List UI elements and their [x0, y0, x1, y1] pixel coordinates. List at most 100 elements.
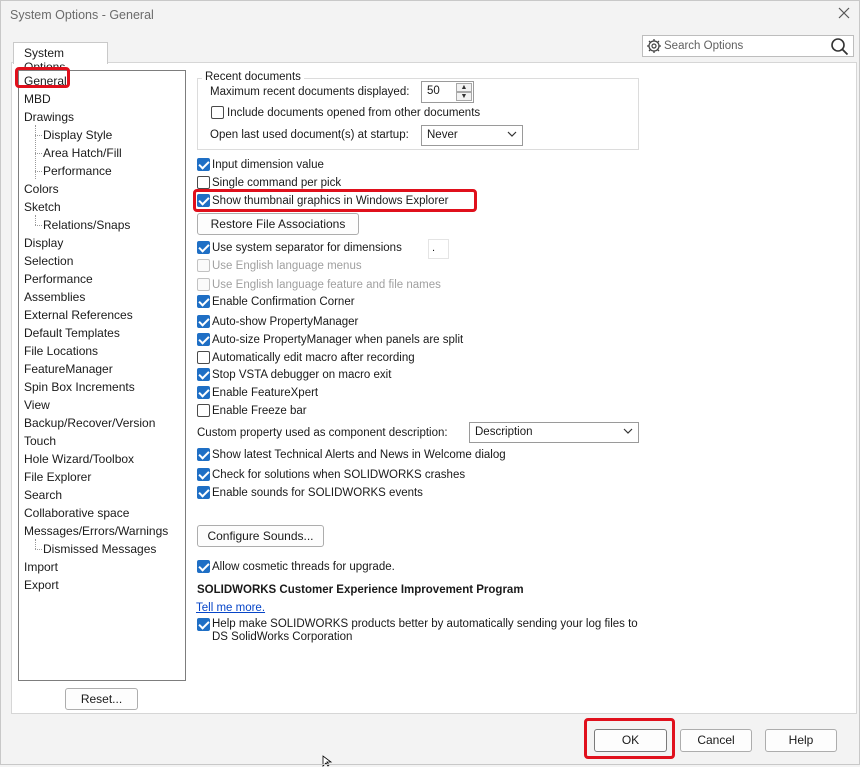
custom-property-value: Description [475, 426, 533, 438]
tree-item-dismissed-messages[interactable]: Dismissed Messages [43, 542, 156, 556]
show-alerts-checkbox[interactable] [197, 448, 210, 461]
close-icon[interactable] [836, 6, 852, 22]
tree-item-import[interactable]: Import [24, 560, 58, 574]
options-tree[interactable]: General MBD Drawings Display Style Area … [18, 70, 186, 681]
ceip-label-line2: DS SolidWorks Corporation [212, 631, 353, 643]
auto-size-pm-label: Auto-size PropertyManager when panels ar… [212, 334, 464, 346]
tree-item-display-style[interactable]: Display Style [43, 128, 112, 142]
mouse-cursor-icon [322, 755, 333, 767]
auto-edit-macro-checkbox[interactable] [197, 351, 210, 364]
tree-item-collaborative-space[interactable]: Collaborative space [24, 506, 129, 520]
show-alerts-label: Show latest Technical Alerts and News in… [212, 449, 506, 461]
english-feature-label: Use English language feature and file na… [212, 279, 441, 291]
help-button[interactable]: Help [765, 729, 837, 752]
chevron-down-icon [623, 428, 633, 434]
ceip-heading: SOLIDWORKS Customer Experience Improveme… [197, 584, 524, 596]
tree-item-file-locations[interactable]: File Locations [24, 344, 98, 358]
ceip-checkbox[interactable] [197, 618, 210, 631]
tree-item-area-hatch[interactable]: Area Hatch/Fill [43, 146, 122, 160]
tree-item-hole-wizard[interactable]: Hole Wizard/Toolbox [24, 452, 134, 466]
tree-item-file-explorer[interactable]: File Explorer [24, 470, 91, 484]
tab-system-options[interactable]: System Options [13, 42, 108, 74]
english-menus-checkbox [197, 259, 210, 272]
english-feature-checkbox [197, 278, 210, 291]
tree-item-external-references[interactable]: External References [24, 308, 133, 322]
tree-item-touch[interactable]: Touch [24, 434, 56, 448]
tell-me-more-link[interactable]: Tell me more. [196, 602, 265, 614]
auto-size-pm-checkbox[interactable] [197, 333, 210, 346]
tree-connector [35, 171, 42, 172]
tree-connector [35, 215, 36, 225]
system-separator-checkbox[interactable] [197, 241, 210, 254]
tree-connector [35, 153, 42, 154]
include-documents-checkbox[interactable] [211, 106, 224, 119]
tree-connector [35, 549, 42, 550]
custom-property-select[interactable]: Description [469, 422, 639, 443]
input-dimension-checkbox[interactable] [197, 158, 210, 171]
restore-file-associations-button[interactable]: Restore File Associations [197, 213, 359, 235]
enable-sounds-checkbox[interactable] [197, 486, 210, 499]
configure-sounds-button[interactable]: Configure Sounds... [197, 525, 324, 547]
ok-button-highlight [584, 718, 675, 759]
english-menus-label: Use English language menus [212, 260, 362, 272]
input-dimension-label: Input dimension value [212, 159, 324, 171]
spin-down-icon[interactable]: ▼ [456, 92, 472, 101]
tree-item-drawings-performance[interactable]: Performance [43, 164, 112, 178]
tree-item-assemblies[interactable]: Assemblies [24, 290, 85, 304]
freeze-bar-checkbox[interactable] [197, 404, 210, 417]
tree-item-spin-box-increments[interactable]: Spin Box Increments [24, 380, 135, 394]
open-last-select[interactable]: Never [421, 125, 523, 146]
system-separator-label: Use system separator for dimensions [212, 242, 402, 254]
cosmetic-threads-checkbox[interactable] [197, 560, 210, 573]
tree-item-drawings[interactable]: Drawings [24, 110, 74, 124]
featurexpert-checkbox[interactable] [197, 386, 210, 399]
spin-up-icon[interactable]: ▲ [456, 83, 472, 92]
auto-show-pm-checkbox[interactable] [197, 315, 210, 328]
tree-connector [35, 539, 36, 549]
tree-item-sketch[interactable]: Sketch [24, 200, 61, 214]
enable-sounds-label: Enable sounds for SOLIDWORKS events [212, 487, 423, 499]
tree-item-relations-snaps[interactable]: Relations/Snaps [43, 218, 130, 232]
check-solutions-checkbox[interactable] [197, 468, 210, 481]
reset-button[interactable]: Reset... [65, 688, 138, 710]
tree-item-selection[interactable]: Selection [24, 254, 73, 268]
custom-property-label: Custom property used as component descri… [197, 427, 448, 439]
tree-item-export[interactable]: Export [24, 578, 59, 592]
tree-item-view[interactable]: View [24, 398, 50, 412]
tree-item-featuremanager[interactable]: FeatureManager [24, 362, 113, 376]
thumbnail-option-highlight [193, 189, 477, 212]
separator-value: . [432, 242, 436, 254]
confirmation-corner-checkbox[interactable] [197, 295, 210, 308]
include-documents-label: Include documents opened from other docu… [227, 107, 481, 119]
tree-item-performance[interactable]: Performance [24, 272, 93, 286]
cancel-button[interactable]: Cancel [680, 729, 752, 752]
tree-item-mbd[interactable]: MBD [24, 92, 51, 106]
search-box[interactable]: Search Options [642, 35, 854, 57]
confirmation-corner-label: Enable Confirmation Corner [212, 296, 355, 308]
tree-item-backup-recover[interactable]: Backup/Recover/Version [24, 416, 155, 430]
gear-icon[interactable] [646, 38, 662, 54]
max-recent-label: Maximum recent documents displayed: [210, 86, 410, 98]
check-solutions-label: Check for solutions when SOLIDWORKS cras… [212, 469, 466, 481]
selected-item-highlight [15, 67, 70, 88]
ceip-label-line1: Help make SOLIDWORKS products better by … [212, 618, 638, 630]
stop-vsta-checkbox[interactable] [197, 368, 210, 381]
stop-vsta-label: Stop VSTA debugger on macro exit [212, 369, 392, 381]
tree-item-colors[interactable]: Colors [24, 182, 59, 196]
max-recent-value: 50 [427, 85, 440, 97]
max-recent-spinbox[interactable]: 50 ▲ ▼ [421, 81, 474, 103]
tree-item-search[interactable]: Search [24, 488, 62, 502]
open-last-value: Never [427, 129, 458, 141]
single-command-checkbox[interactable] [197, 176, 210, 189]
separator-input[interactable]: . [428, 239, 449, 259]
tree-connector [35, 225, 42, 226]
single-command-label: Single command per pick [212, 177, 342, 189]
recent-documents-legend: Recent documents [202, 71, 304, 83]
tree-item-default-templates[interactable]: Default Templates [24, 326, 120, 340]
auto-show-pm-label: Auto-show PropertyManager [212, 316, 359, 328]
tree-item-display[interactable]: Display [24, 236, 63, 250]
open-last-label: Open last used document(s) at startup: [210, 129, 409, 141]
search-icon[interactable] [830, 37, 849, 56]
tree-item-messages[interactable]: Messages/Errors/Warnings [24, 524, 168, 538]
chevron-down-icon [507, 131, 517, 137]
